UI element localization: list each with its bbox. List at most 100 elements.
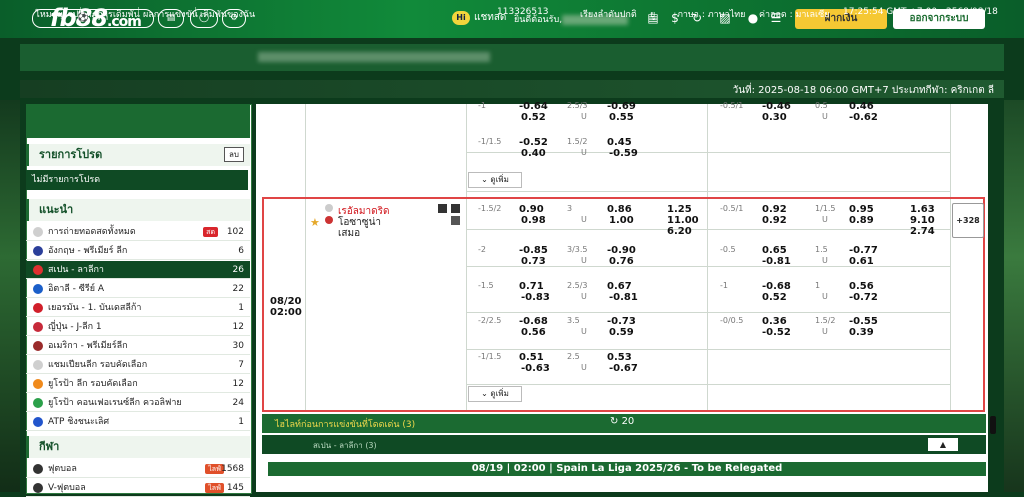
refresh-count: 20: [621, 416, 635, 427]
sport-count: 1568: [221, 464, 244, 474]
odds-a[interactable]: -0.52: [519, 137, 548, 148]
league-item[interactable]: อิตาลี - ซีรีย์ A 22: [26, 280, 250, 298]
league-item[interactable]: ยูโรป้า คอนเฟอเรนซ์ลีก ควอลิฟาย 24: [26, 394, 250, 412]
odds-ou: 1.5/2: [567, 137, 588, 146]
odds-d[interactable]: -0.59: [609, 148, 638, 159]
odds-a[interactable]: -0.64: [519, 101, 548, 112]
odds-g[interactable]: 0.46: [849, 101, 874, 112]
left-banner: [0, 100, 20, 492]
league-count: 6: [238, 246, 244, 256]
league-flag-icon: [33, 322, 43, 332]
league-flag-icon: [33, 265, 43, 275]
odds-e[interactable]: -0.46: [762, 101, 791, 112]
league-name: อิตาลี - ซีรีย์ A: [48, 284, 105, 294]
league-count: 12: [232, 379, 244, 389]
odds-u: U: [581, 112, 587, 121]
odds-h[interactable]: -0.62: [849, 112, 878, 123]
chat-bubble-icon: Hi: [452, 10, 470, 25]
person-icon[interactable]: ◯: [190, 9, 218, 28]
sport-tab-sports[interactable]: ⚽ กีฬา: [32, 9, 154, 28]
sport-name: V-ฟุตบอล: [48, 483, 86, 493]
sort-select[interactable]: เรียงลำดับปกติ: [580, 7, 637, 21]
league-item[interactable]: ยูโรป้า ลีก รอบคัดเลือก 12: [26, 375, 250, 393]
league-item[interactable]: แชมเปียนลีก รอบคัดเลือก 7: [26, 356, 250, 374]
league-item[interactable]: สเปน - ลาลีกา 26: [26, 261, 250, 279]
show-more-label: ดูเพิ่ม: [490, 175, 509, 184]
odds-ou2: 0.5: [815, 101, 828, 110]
language-select[interactable]: ภาษา : ภาษาไทย: [677, 7, 745, 21]
league-name: ญี่ปุ่น - J-ลีก 1: [48, 322, 102, 332]
odds-b[interactable]: 0.52: [521, 112, 546, 123]
chevron-up-icon: ▲: [939, 440, 947, 449]
collapse-button[interactable]: ▲: [928, 438, 958, 451]
league-flag-icon: [33, 360, 43, 370]
no-favorites: ไม่มีรายการโปรด: [26, 170, 248, 190]
league-count: 24: [232, 398, 244, 408]
match-highlight-frame: [262, 197, 985, 412]
league-count: 102: [226, 227, 244, 237]
redacted-info: [258, 52, 490, 62]
league-flag-icon: [33, 379, 43, 389]
soccer-ball-icon: [33, 464, 43, 474]
highlight-title[interactable]: ไฮไลท์ก่อนการแข่งขันที่โดดเด่น (3): [275, 417, 415, 431]
sport-item[interactable]: ฟุตบอล ไลฟ์ 1568: [26, 460, 250, 478]
league-flag-icon: [33, 417, 43, 427]
league-item[interactable]: อเมริกา - พรีเมียร์ลีก 30: [26, 337, 250, 355]
odds-hdp2: -0.5/1: [720, 101, 744, 110]
odds-u2: U: [822, 112, 828, 121]
sports-heading: กีฬา: [26, 436, 250, 458]
right-banner: [1004, 100, 1024, 492]
clock: 17:25:54 GMT +7:00: [843, 7, 938, 17]
league-name: ยูโรป้า ลีก รอบคัดเลือก: [48, 379, 138, 389]
refresh-icon: ↻: [610, 416, 622, 427]
league-name: อเมริกา - พรีเมียร์ลีก: [48, 341, 128, 351]
account-id: 113326513: [497, 7, 549, 17]
odds-c[interactable]: 0.45: [607, 137, 632, 148]
favorites-heading: รายการโปรด: [26, 144, 250, 166]
league-name: แชมเปียนลีก รอบคัดเลือก: [48, 360, 148, 370]
sport-count: 145: [226, 483, 244, 493]
league-flag-icon: [33, 341, 43, 351]
odds-b[interactable]: 0.40: [521, 148, 546, 159]
league-name: ATP ชิงชนะเลิศ: [48, 417, 110, 427]
odds-f[interactable]: 0.30: [762, 112, 787, 123]
league-count: 26: [232, 265, 244, 275]
odds-c[interactable]: -0.69: [607, 101, 636, 112]
odds-type-select[interactable]: ค่าออด : มาเลเซีย: [759, 7, 830, 21]
league-flag-icon: [33, 284, 43, 294]
league-name: อังกฤษ - พรีเมียร์ ลีก: [48, 246, 128, 256]
scrollbar-thumb[interactable]: [990, 416, 996, 434]
chevron-down-icon: ⌄: [481, 175, 491, 184]
odds-d[interactable]: 0.55: [609, 112, 634, 123]
sport-item[interactable]: V-ฟุตบอล ไลฟ์ 145: [26, 479, 250, 497]
league-count: 1: [238, 303, 244, 313]
league-flag-icon: [33, 303, 43, 313]
refresh-button[interactable]: ↻ 20: [610, 416, 634, 427]
date-info: วันที่: 2025-08-18 06:00 GMT+7 ประเภทกีฬ…: [732, 85, 994, 96]
league-count: 30: [232, 341, 244, 351]
league-flag-icon: [33, 227, 43, 237]
nav-bar: [20, 44, 1004, 71]
league-item[interactable]: ญี่ปุ่น - J-ลีก 1 12: [26, 318, 250, 336]
league-count: 22: [232, 284, 244, 294]
calendar-icon[interactable]: ▤: [158, 9, 184, 28]
league-name: ยูโรป้า คอนเฟอเรนซ์ลีก ควอลิฟาย: [48, 398, 182, 408]
sport-tab-label: กีฬา: [91, 13, 109, 23]
odds-hdp: -1/1.5: [478, 137, 502, 146]
ball-icon: ⚽: [77, 13, 92, 23]
league-item[interactable]: การถ่ายทอดสดทั้งหมด สด 102: [26, 223, 250, 241]
league-item[interactable]: เยอรมัน - 1. บันเดสลีก้า 1: [26, 299, 250, 317]
sport-name: ฟุตบอล: [48, 464, 77, 474]
odds-separator-select[interactable]: ยู: [650, 7, 655, 21]
league-flag-icon: [33, 246, 43, 256]
show-more-button[interactable]: ⌄ ดูเพิ่ม: [468, 172, 522, 188]
league-count: 7: [238, 360, 244, 370]
live-badge: สด: [203, 227, 218, 237]
delete-favorites-button[interactable]: ลบ: [224, 147, 244, 162]
league-item[interactable]: อังกฤษ - พรีเมียร์ ลีก 6: [26, 242, 250, 260]
league-flag-icon: [33, 398, 43, 408]
more-markets-button[interactable]: +328: [952, 203, 984, 238]
gear-icon[interactable]: ⚙: [222, 9, 246, 28]
current-date: 2568/08/18: [946, 7, 998, 17]
league-item[interactable]: ATP ชิงชนะเลิศ 1: [26, 413, 250, 431]
